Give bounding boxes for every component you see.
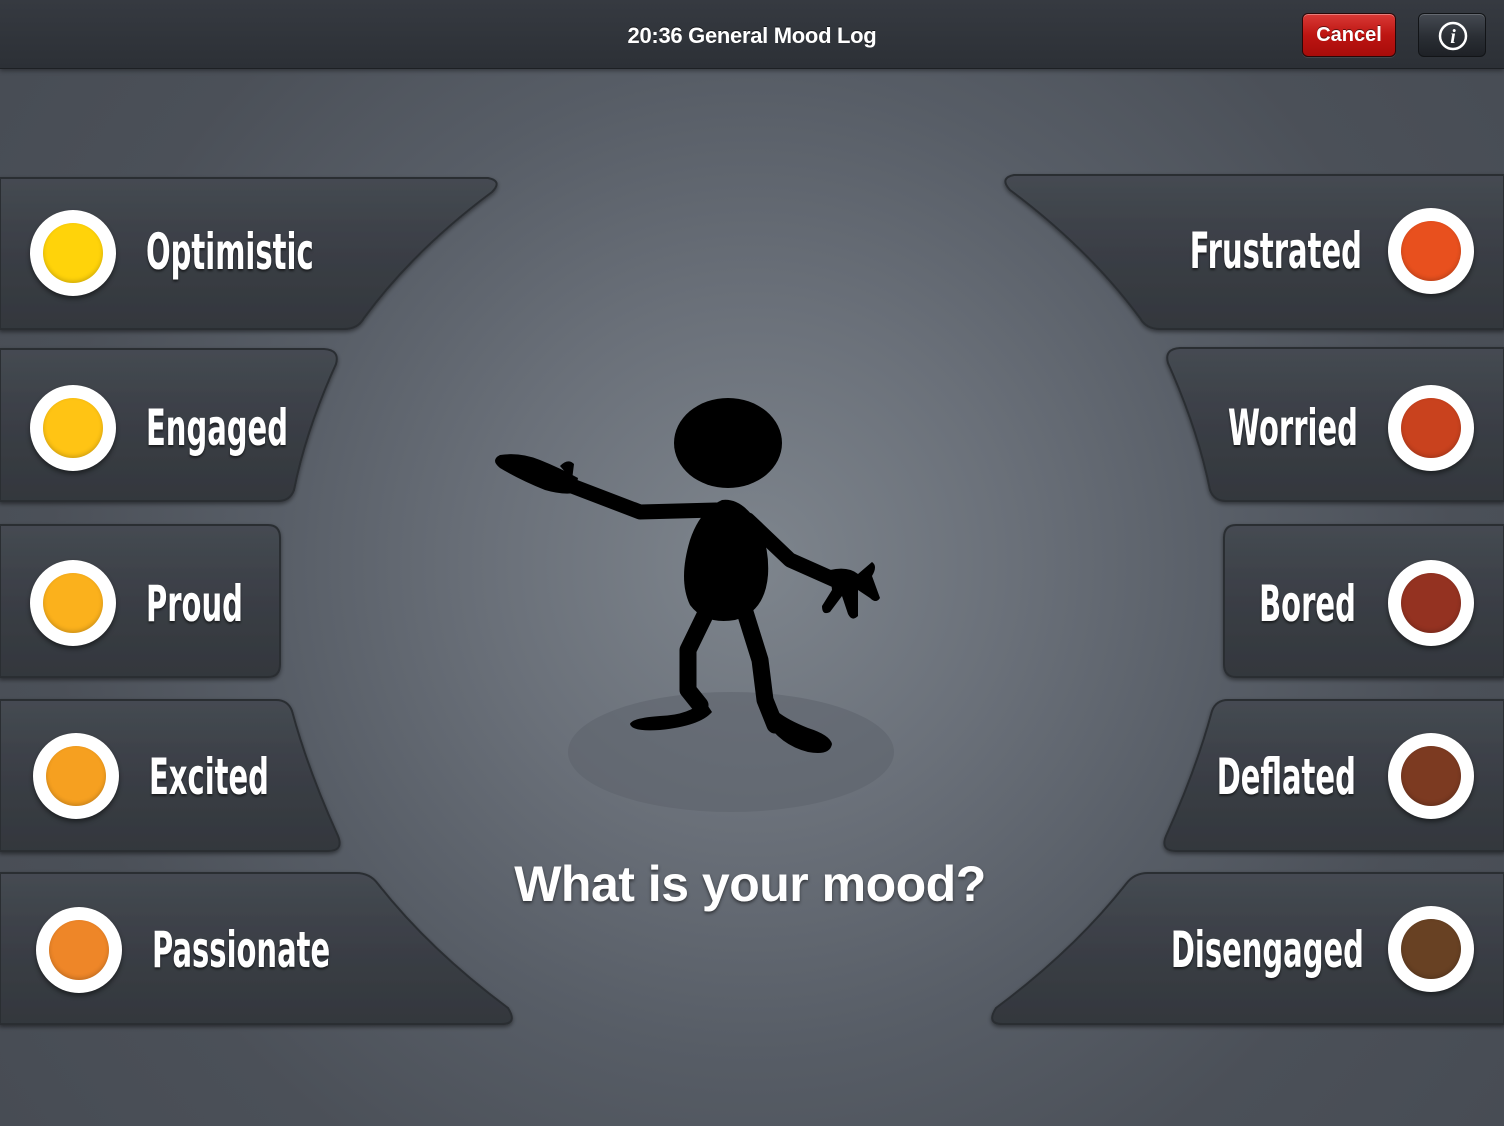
mood-prompt: What is your mood? [514,856,986,912]
mood-dot [49,920,109,980]
mood-dot [43,573,103,633]
mood-label-engaged[interactable]: Engaged [146,398,288,458]
mood-dot [43,223,103,283]
navigation-bar: 20:36 General Mood Log Cancel i [0,0,1504,69]
mood-color-circle-deflated[interactable] [1388,733,1474,819]
mood-label-bored[interactable]: Bored [1259,574,1356,634]
mood-dot [46,746,106,806]
mood-color-circle-bored[interactable] [1388,560,1474,646]
cancel-button[interactable]: Cancel [1302,13,1396,57]
page-title: 20:36 General Mood Log [627,23,877,48]
mood-dot [43,398,103,458]
mood-dot [1401,573,1461,633]
mood-color-circle-excited[interactable] [33,733,119,819]
svg-text:i: i [1450,26,1456,48]
mood-color-circle-optimistic[interactable] [30,210,116,296]
mood-label-proud[interactable]: Proud [146,574,243,634]
mood-dot [1401,746,1461,806]
info-button[interactable]: i [1418,13,1486,57]
mood-label-worried[interactable]: Worried [1228,398,1358,458]
stick-figure-icon [495,398,894,812]
mood-dot [1401,221,1461,281]
mood-label-passionate[interactable]: Passionate [152,920,330,980]
mood-label-deflated[interactable]: Deflated [1217,747,1356,807]
mood-log-screen: 20:36 General Mood Log Cancel i Optimist… [0,0,1504,1126]
mood-color-circle-frustrated[interactable] [1388,208,1474,294]
mood-color-circle-proud[interactable] [30,560,116,646]
mood-label-optimistic[interactable]: Optimistic [146,222,314,282]
mood-label-excited[interactable]: Excited [149,747,269,807]
mood-label-disengaged[interactable]: Disengaged [1171,920,1364,980]
mood-dot [1401,919,1461,979]
info-icon: i [1438,21,1468,51]
mood-color-circle-engaged[interactable] [30,385,116,471]
mood-label-frustrated[interactable]: Frustrated [1190,221,1362,281]
mood-dot [1401,398,1461,458]
mood-color-circle-disengaged[interactable] [1388,906,1474,992]
mood-color-circle-worried[interactable] [1388,385,1474,471]
mood-color-circle-passionate[interactable] [36,907,122,993]
